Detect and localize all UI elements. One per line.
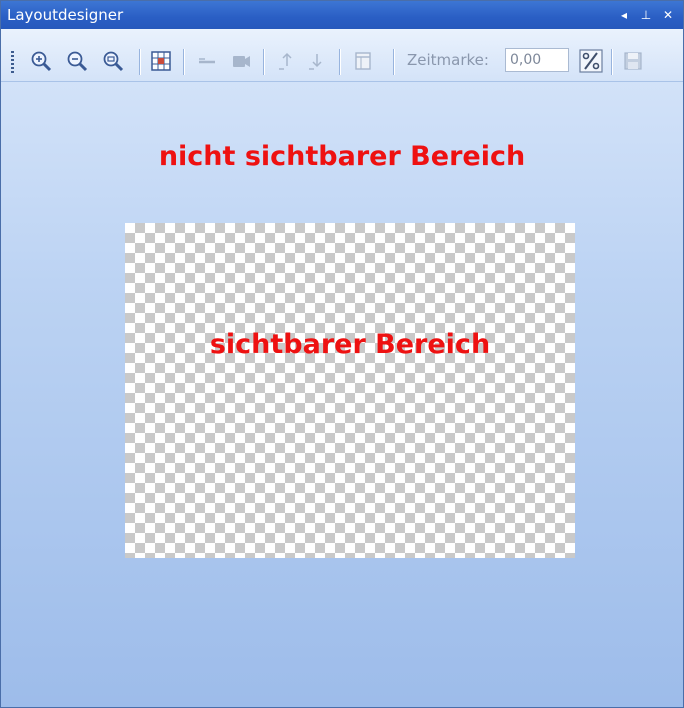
toolbar-separator xyxy=(611,49,613,75)
align-up-icon xyxy=(276,50,298,72)
toolbar-separator xyxy=(139,49,141,75)
toolbar: Zeitmarke: xyxy=(1,29,683,82)
move-down-button[interactable] xyxy=(305,49,329,73)
toolbar-separator xyxy=(263,49,265,75)
video-button[interactable] xyxy=(229,49,253,73)
zoom-in-icon xyxy=(30,50,52,72)
move-up-button[interactable] xyxy=(275,49,299,73)
zeitmarke-input[interactable] xyxy=(505,48,569,72)
zoom-out-icon xyxy=(66,50,88,72)
save-icon xyxy=(622,50,644,72)
layer-button[interactable] xyxy=(351,49,375,73)
video-icon xyxy=(230,50,252,72)
toolbar-grip[interactable] xyxy=(11,51,14,73)
zoom-fit-button[interactable] xyxy=(101,49,125,73)
percent-button[interactable] xyxy=(579,49,603,73)
pin-icon[interactable]: ⊥ xyxy=(637,1,655,29)
invisible-area-label: nicht sichtbarer Bereich xyxy=(158,141,526,172)
zoom-out-button[interactable] xyxy=(65,49,89,73)
grid-button[interactable] xyxy=(149,49,173,73)
visible-area-label: sichtbarer Bereich xyxy=(209,329,491,360)
grid-icon xyxy=(150,50,172,72)
save-button[interactable] xyxy=(621,49,645,73)
close-icon[interactable]: ✕ xyxy=(659,1,677,29)
layer-icon xyxy=(352,50,374,72)
title-bar: Layoutdesigner ◂ ⊥ ✕ xyxy=(1,1,683,29)
toolbar-separator xyxy=(393,49,395,75)
visible-area-canvas[interactable]: sichtbarer Bereich xyxy=(125,223,575,558)
percent-icon xyxy=(579,49,603,73)
window-title: Layoutdesigner xyxy=(7,6,124,24)
zoom-in-button[interactable] xyxy=(29,49,53,73)
zeitmarke-label: Zeitmarke: xyxy=(407,51,489,69)
zoom-fit-icon xyxy=(102,50,124,72)
toolbar-separator xyxy=(183,49,185,75)
align-down-icon xyxy=(306,50,328,72)
draw-line-button[interactable] xyxy=(195,49,219,73)
layoutdesigner-window: Layoutdesigner ◂ ⊥ ✕ Zeitmarke: 0,00 nic… xyxy=(0,0,684,708)
dock-arrow-icon[interactable]: ◂ xyxy=(615,1,633,29)
line-icon xyxy=(196,50,218,72)
toolbar-separator xyxy=(339,49,341,75)
